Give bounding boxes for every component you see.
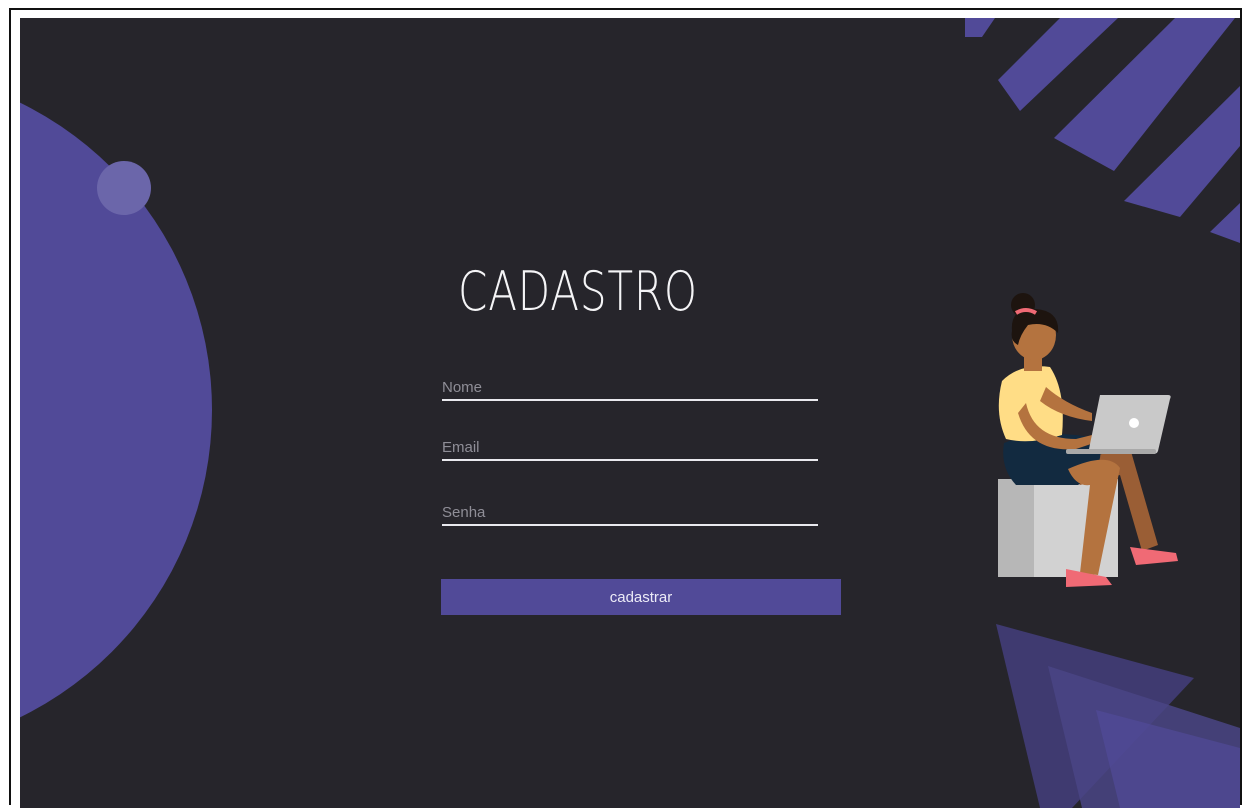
signup-button[interactable]: cadastrar [441,579,841,615]
small-circle-shape [97,161,151,215]
password-field[interactable] [442,500,818,526]
laptop-logo [1129,418,1139,428]
back-shoe [1130,547,1178,565]
box-left-face [998,479,1034,577]
name-field[interactable] [442,375,818,401]
page-title: CADASTRO [458,260,698,323]
woman-with-laptop-illustration [998,293,1178,587]
name-input[interactable] [442,375,818,399]
stripe-shape-5 [1210,203,1240,243]
email-field[interactable] [442,435,818,461]
signup-page: CADASTRO cadastrar [20,18,1240,808]
email-input[interactable] [442,435,818,459]
password-input[interactable] [442,500,818,524]
laptop-base [1066,449,1156,454]
hair-bun [1011,293,1035,317]
stripe-shape-1 [965,18,995,37]
